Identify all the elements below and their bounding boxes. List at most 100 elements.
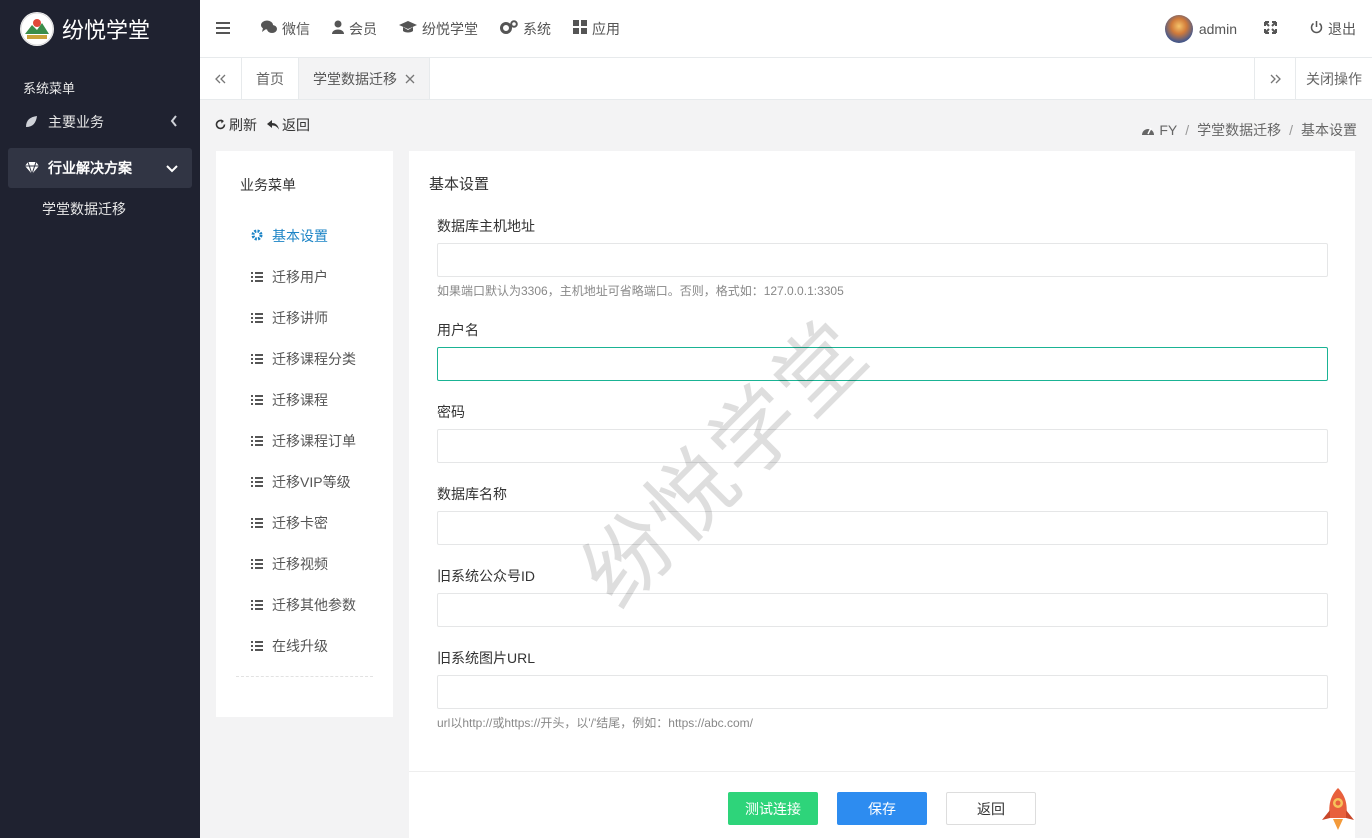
db-name-label: 数据库名称	[437, 486, 507, 502]
business-menu-panel: 业务菜单 基本设置 迁移用户 迁移讲师 迁移课程分类 迁移课程 迁移课程订单 迁…	[216, 151, 393, 717]
biz-menu-item[interactable]: 迁移视频	[216, 543, 393, 584]
menu-toggle-button[interactable]	[200, 0, 250, 58]
biz-menu-item-basic-settings[interactable]: 基本设置	[216, 215, 393, 256]
grid-icon	[573, 20, 592, 37]
db-host-hint: 如果端口默认为3306，主机地址可省略端口。否则，格式如：127.0.0.1:3…	[437, 284, 844, 298]
biz-menu-item[interactable]: 迁移VIP等级	[216, 461, 393, 502]
biz-menu-item[interactable]: 迁移课程订单	[216, 420, 393, 461]
biz-menu-label: 迁移视频	[272, 555, 328, 572]
topnav-label: 纷悦学堂	[422, 20, 478, 37]
biz-menu-item[interactable]: 在线升级	[216, 625, 393, 666]
list-icon	[251, 351, 272, 367]
biz-menu-item[interactable]: 迁移其他参数	[216, 584, 393, 625]
brand-logo	[20, 12, 54, 46]
tabs-bar: 首页 学堂数据迁移 关闭操作	[200, 58, 1372, 100]
expand-icon	[1264, 20, 1282, 37]
password-input[interactable]	[437, 429, 1328, 463]
divider	[236, 676, 373, 677]
back-to-top-rocket-icon[interactable]	[1318, 786, 1358, 832]
user-menu[interactable]: admin	[1154, 0, 1248, 58]
biz-menu-item[interactable]: 迁移课程分类	[216, 338, 393, 379]
username: admin	[1198, 20, 1237, 37]
sidebar-item-label: 主要业务	[48, 114, 104, 130]
topnav-wechat[interactable]: 微信	[250, 0, 321, 58]
breadcrumb-item[interactable]: 学堂数据迁移	[1197, 120, 1281, 140]
tabs-scroll-left-button[interactable]	[200, 58, 242, 99]
double-chevron-left-icon	[214, 71, 227, 87]
password-label: 密码	[437, 404, 465, 420]
biz-menu-label: 基本设置	[272, 227, 328, 244]
tab-label: 首页	[256, 70, 284, 87]
list-icon	[251, 515, 272, 531]
biz-menu-label: 迁移卡密	[272, 514, 328, 531]
tabs-scroll-right-button[interactable]	[1254, 58, 1296, 99]
business-menu-title: 业务菜单	[240, 177, 296, 193]
back-link[interactable]: 返回	[267, 115, 310, 135]
old-appid-label: 旧系统公众号ID	[437, 568, 535, 584]
sidebar-item-main-business[interactable]: 主要业务	[8, 102, 192, 142]
tab-data-migration[interactable]: 学堂数据迁移	[299, 58, 430, 99]
fullscreen-button[interactable]	[1248, 0, 1298, 58]
topnav-school[interactable]: 纷悦学堂	[388, 0, 489, 58]
leaf-icon	[24, 115, 42, 129]
breadcrumb-item: 基本设置	[1301, 122, 1357, 138]
biz-menu-label: 迁移讲师	[272, 309, 328, 326]
refresh-button[interactable]: 刷新	[215, 115, 257, 135]
old-image-url-input[interactable]	[437, 675, 1328, 709]
tab-home[interactable]: 首页	[242, 58, 299, 99]
sidebar-item-industry-solutions[interactable]: 行业解决方案	[8, 148, 192, 188]
brand-title: 纷悦学堂	[62, 19, 151, 44]
old-image-url-hint: url以http://或https://开头，以'/'结尾，例如：https:/…	[437, 716, 753, 730]
chevron-left-icon	[170, 114, 178, 130]
list-icon	[251, 638, 272, 654]
gear-icon	[251, 228, 272, 244]
test-connection-button[interactable]: 测试连接	[728, 792, 818, 825]
save-button[interactable]: 保存	[837, 792, 927, 825]
double-chevron-right-icon	[1269, 71, 1281, 87]
topnav-apps[interactable]: 应用	[562, 0, 631, 58]
cogs-icon	[500, 20, 523, 37]
list-icon	[251, 310, 272, 326]
reply-icon	[267, 117, 282, 133]
sidebar-item-label: 行业解决方案	[48, 160, 132, 176]
biz-menu-item[interactable]: 迁移用户	[216, 256, 393, 297]
comments-icon	[261, 20, 282, 37]
close-icon[interactable]	[405, 71, 415, 87]
db-name-input[interactable]	[437, 511, 1328, 545]
username-label: 用户名	[437, 322, 479, 338]
breadcrumb: FY / 学堂数据迁移 / 基本设置	[1141, 120, 1357, 140]
hamburger-icon	[216, 21, 235, 37]
db-host-input[interactable]	[437, 243, 1328, 277]
biz-menu-item[interactable]: 迁移课程	[216, 379, 393, 420]
list-icon	[251, 433, 272, 449]
biz-menu-item[interactable]: 迁移讲师	[216, 297, 393, 338]
old-image-url-label: 旧系统图片URL	[437, 650, 536, 666]
biz-menu-label: 迁移其他参数	[272, 596, 356, 613]
brand[interactable]: 纷悦学堂	[0, 0, 200, 58]
breadcrumb-item[interactable]: FY	[1159, 122, 1177, 138]
topnav-member[interactable]: 会员	[321, 0, 388, 58]
graduation-cap-icon	[399, 20, 422, 37]
user-icon	[332, 20, 349, 37]
topnav-system[interactable]: 系统	[489, 0, 562, 58]
back-button[interactable]: 返回	[946, 792, 1036, 825]
topnav-label: 微信	[282, 20, 310, 37]
sidebar-subitem-data-migration[interactable]: 学堂数据迁移	[0, 188, 200, 230]
settings-form-panel: 基本设置 数据库主机地址 如果端口默认为3306，主机地址可省略端口。否则，格式…	[409, 151, 1355, 838]
sidebar-caption: 系统菜单	[23, 81, 76, 96]
list-icon	[251, 474, 272, 490]
username-input[interactable]	[437, 347, 1328, 381]
list-icon	[251, 556, 272, 572]
biz-menu-label: 迁移用户	[272, 268, 328, 285]
list-icon	[251, 392, 272, 408]
close-operations-button[interactable]: 关闭操作	[1296, 58, 1372, 99]
avatar	[1164, 14, 1193, 43]
list-icon	[251, 269, 272, 285]
divider	[409, 771, 1355, 772]
old-appid-input[interactable]	[437, 593, 1328, 627]
logout-button[interactable]: 退出	[1298, 0, 1372, 58]
form-title: 基本设置	[429, 176, 490, 193]
topnav-label: 会员	[349, 20, 377, 37]
chevron-down-icon	[166, 160, 178, 176]
biz-menu-item[interactable]: 迁移卡密	[216, 502, 393, 543]
